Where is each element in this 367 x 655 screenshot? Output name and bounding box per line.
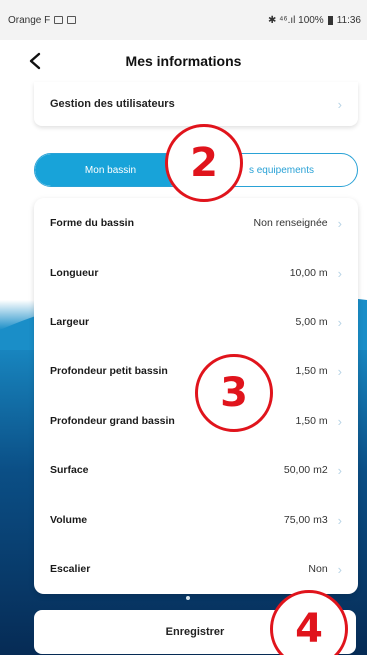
row-value: 5,00 m [295, 316, 328, 328]
tab-label: s equipements [248, 164, 315, 176]
badge-number: 3 [220, 370, 248, 416]
chevron-right-icon: › [337, 314, 342, 330]
row-label: Escalier [50, 563, 91, 575]
row-value: Non renseignée [253, 217, 328, 229]
tab-mon-bassin[interactable]: Mon bassin [35, 154, 186, 186]
row-value: Non [308, 563, 328, 575]
row-value: 50,00 m2 [283, 464, 328, 476]
signal-status: ✱ ⁴⁶.ıl 100% [268, 14, 324, 26]
row-volume[interactable]: Volume 75,00 m3 › [34, 495, 358, 545]
row-label: Profondeur grand bassin [50, 415, 175, 427]
chevron-right-icon: › [337, 561, 342, 577]
battery-icon [327, 15, 333, 25]
image-notification-icon [54, 16, 64, 24]
badge-number: 2 [190, 140, 218, 186]
screenshot-notification-icon [67, 16, 77, 24]
row-value: 10,00 m [289, 267, 328, 279]
row-label: Largeur [50, 316, 90, 328]
chevron-right-icon: › [337, 215, 342, 231]
chevron-left-icon [29, 52, 41, 70]
page-title: Mes informations [125, 53, 242, 69]
top-app-bar: Mes informations [0, 40, 367, 82]
chevron-right-icon: › [337, 413, 342, 429]
row-label: Profondeur petit bassin [50, 365, 168, 377]
row-label: Volume [50, 514, 88, 526]
row-label: Forme du bassin [50, 217, 135, 229]
row-value: 1,50 m [295, 365, 328, 377]
chevron-right-icon: › [337, 96, 342, 112]
tab-label: Mon bassin [84, 164, 137, 176]
clock: 11:36 [336, 14, 361, 26]
scroll-indicator [186, 596, 190, 600]
annotation-badge-4: 4 [270, 590, 348, 655]
annotation-badge-3: 3 [195, 354, 273, 432]
row-forme-du-bassin[interactable]: Forme du bassin Non renseignée › [34, 198, 358, 248]
annotation-badge-2: 2 [165, 124, 243, 202]
back-button[interactable] [22, 48, 48, 74]
row-value: 1,50 m [295, 415, 328, 427]
user-management-label: Gestion des utilisateurs [50, 98, 175, 110]
row-longueur[interactable]: Longueur 10,00 m › [34, 248, 358, 298]
chevron-right-icon: › [337, 265, 342, 281]
app-screen: Orange F ✱ ⁴⁶.ıl 100% 11:36 Mes informat… [0, 0, 367, 655]
row-label: Surface [50, 464, 89, 476]
row-label: Longueur [50, 267, 99, 279]
row-surface[interactable]: Surface 50,00 m2 › [34, 445, 358, 495]
user-management-item[interactable]: Gestion des utilisateurs › [34, 82, 358, 126]
chevron-right-icon: › [337, 462, 342, 478]
carrier-label: Orange F [8, 14, 51, 26]
save-button-label: Enregistrer [165, 626, 225, 638]
row-escalier[interactable]: Escalier Non › [34, 544, 358, 594]
row-largeur[interactable]: Largeur 5,00 m › [34, 297, 358, 347]
chevron-right-icon: › [337, 363, 342, 379]
badge-number: 4 [295, 606, 323, 652]
chevron-right-icon: › [337, 512, 342, 528]
status-bar: Orange F ✱ ⁴⁶.ıl 100% 11:36 [0, 0, 367, 40]
row-value: 75,00 m3 [283, 514, 328, 526]
